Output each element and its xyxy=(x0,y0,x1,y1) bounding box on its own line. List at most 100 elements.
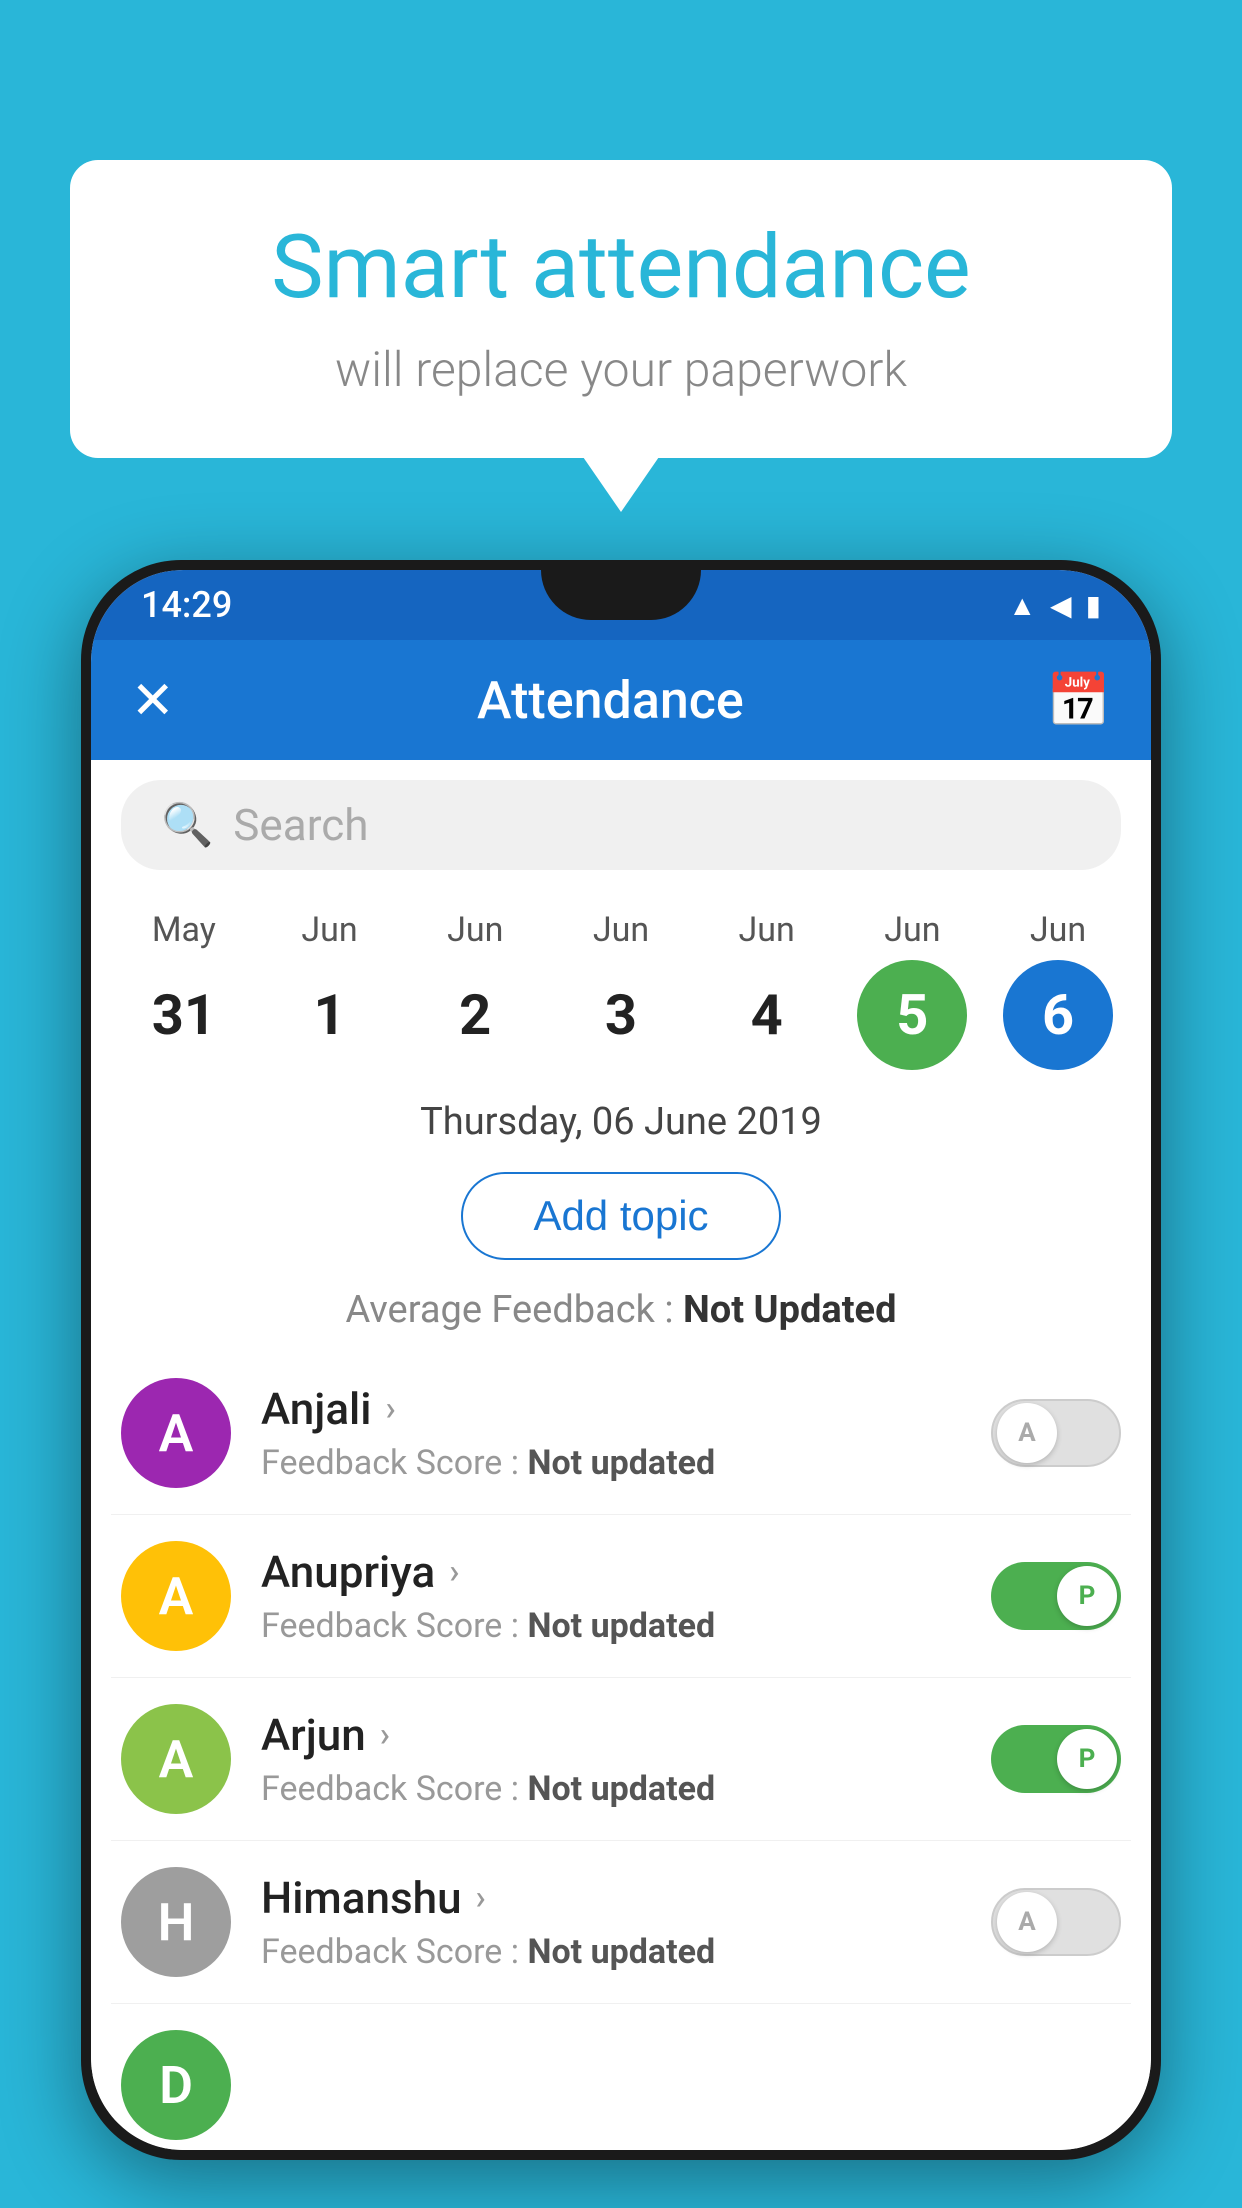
cal-month-0: May xyxy=(152,910,216,950)
student-name-0: Anjali › xyxy=(261,1383,961,1435)
toggle-3[interactable]: A xyxy=(991,1888,1121,1956)
cal-day-1[interactable]: Jun 1 xyxy=(270,910,390,1070)
speech-bubble: Smart attendance will replace your paper… xyxy=(70,160,1172,458)
status-time: 14:29 xyxy=(141,584,232,626)
selected-date-label: Thursday, 06 June 2019 xyxy=(91,1080,1151,1160)
cal-date-5: 5 xyxy=(857,960,967,1070)
toggle-wrap-3[interactable]: A xyxy=(991,1888,1121,1956)
cal-month-6: Jun xyxy=(1030,910,1086,950)
add-topic-container: Add topic xyxy=(91,1160,1151,1280)
cal-month-5: Jun xyxy=(884,910,940,950)
student-avatar-0: A xyxy=(121,1378,231,1488)
cal-day-4[interactable]: Jun 4 xyxy=(707,910,827,1070)
search-input-placeholder[interactable]: Search xyxy=(233,799,368,851)
toggle-2[interactable]: P xyxy=(991,1725,1121,1793)
student-item-1[interactable]: A Anupriya › Feedback Score : Not updated P xyxy=(111,1515,1131,1678)
app-bar-title: Attendance xyxy=(175,670,1047,731)
cal-month-2: Jun xyxy=(447,910,503,950)
add-topic-button[interactable]: Add topic xyxy=(461,1172,780,1260)
notch xyxy=(541,570,701,620)
student-feedback-0: Feedback Score : Not updated xyxy=(261,1443,961,1483)
cal-month-3: Jun xyxy=(593,910,649,950)
partial-student-avatar: D xyxy=(121,2030,231,2140)
toggle-wrap-2[interactable]: P xyxy=(991,1725,1121,1793)
cal-date-2: 2 xyxy=(420,960,530,1070)
student-item-3[interactable]: H Himanshu › Feedback Score : Not updated A xyxy=(111,1841,1131,2004)
toggle-wrap-1[interactable]: P xyxy=(991,1562,1121,1630)
wifi-icon: ▲ xyxy=(1008,589,1036,622)
student-item-0[interactable]: A Anjali › Feedback Score : Not updated A xyxy=(111,1352,1131,1515)
student-avatar-1: A xyxy=(121,1541,231,1651)
battery-icon: ▮ xyxy=(1086,589,1101,622)
search-icon: 🔍 xyxy=(161,801,213,850)
average-feedback: Average Feedback : Not Updated xyxy=(91,1280,1151,1352)
cal-day-2[interactable]: Jun 2 xyxy=(415,910,535,1070)
cal-month-4: Jun xyxy=(739,910,795,950)
app-bar: ✕ Attendance 📅 xyxy=(91,640,1151,760)
toggle-wrap-0[interactable]: A xyxy=(991,1399,1121,1467)
student-feedback-1: Feedback Score : Not updated xyxy=(261,1606,961,1646)
chevron-icon-1: › xyxy=(449,1552,459,1592)
cal-month-1: Jun xyxy=(301,910,357,950)
phone-frame: 14:29 ▲ ◀ ▮ ✕ Attendance 📅 🔍 Search May 3… xyxy=(81,560,1161,2160)
cal-day-5[interactable]: Jun 5 xyxy=(852,910,972,1070)
toggle-knob-2: P xyxy=(1057,1729,1117,1789)
status-bar: 14:29 ▲ ◀ ▮ xyxy=(91,570,1151,640)
calendar-icon[interactable]: 📅 xyxy=(1046,670,1111,731)
student-avatar-3: H xyxy=(121,1867,231,1977)
feedback-label-1: Feedback Score : xyxy=(261,1606,519,1646)
student-name-text-0: Anjali xyxy=(261,1383,371,1435)
cal-day-3[interactable]: Jun 3 xyxy=(561,910,681,1070)
student-info-3: Himanshu › Feedback Score : Not updated xyxy=(261,1872,961,1972)
student-info-2: Arjun › Feedback Score : Not updated xyxy=(261,1709,961,1809)
feedback-value-0: Not updated xyxy=(527,1443,715,1483)
cal-day-0[interactable]: May 31 xyxy=(124,910,244,1070)
status-icons: ▲ ◀ ▮ xyxy=(1008,589,1101,622)
student-name-2: Arjun › xyxy=(261,1709,961,1761)
toggle-0[interactable]: A xyxy=(991,1399,1121,1467)
student-name-text-2: Arjun xyxy=(261,1709,366,1761)
partial-student-row: D xyxy=(91,2004,1151,2150)
toggle-knob-1: P xyxy=(1057,1566,1117,1626)
feedback-value-2: Not updated xyxy=(527,1769,715,1809)
student-avatar-2: A xyxy=(121,1704,231,1814)
toggle-1[interactable]: P xyxy=(991,1562,1121,1630)
calendar-strip: May 31 Jun 1 Jun 2 Jun 3 Jun 4 Jun 5 Jun 6 xyxy=(91,890,1151,1080)
feedback-label-3: Feedback Score : xyxy=(261,1932,519,1972)
student-info-1: Anupriya › Feedback Score : Not updated xyxy=(261,1546,961,1646)
student-name-1: Anupriya › xyxy=(261,1546,961,1598)
feedback-value-3: Not updated xyxy=(527,1932,715,1972)
toggle-knob-0: A xyxy=(997,1403,1057,1463)
cal-date-6: 6 xyxy=(1003,960,1113,1070)
feedback-label-2: Feedback Score : xyxy=(261,1769,519,1809)
chevron-icon-0: › xyxy=(385,1389,395,1429)
student-info-0: Anjali › Feedback Score : Not updated xyxy=(261,1383,961,1483)
student-name-text-1: Anupriya xyxy=(261,1546,435,1598)
feedback-label-0: Feedback Score : xyxy=(261,1443,519,1483)
search-bar[interactable]: 🔍 Search xyxy=(121,780,1121,870)
phone-inner: 14:29 ▲ ◀ ▮ ✕ Attendance 📅 🔍 Search May 3… xyxy=(91,570,1151,2150)
close-icon[interactable]: ✕ xyxy=(131,670,175,731)
chevron-icon-3: › xyxy=(476,1878,486,1918)
student-feedback-3: Feedback Score : Not updated xyxy=(261,1932,961,1972)
feedback-value-1: Not updated xyxy=(527,1606,715,1646)
student-item-2[interactable]: A Arjun › Feedback Score : Not updated P xyxy=(111,1678,1131,1841)
avg-feedback-label: Average Feedback : xyxy=(346,1288,674,1332)
student-list: AAnjali›Feedback Score : Not updatedAAAn… xyxy=(91,1352,1151,2004)
toggle-knob-3: A xyxy=(997,1892,1057,1952)
avg-feedback-value: Not Updated xyxy=(683,1288,897,1332)
search-container: 🔍 Search xyxy=(91,760,1151,890)
bubble-subtitle: will replace your paperwork xyxy=(150,341,1092,398)
cal-date-4: 4 xyxy=(712,960,822,1070)
speech-bubble-container: Smart attendance will replace your paper… xyxy=(70,160,1172,458)
student-name-text-3: Himanshu xyxy=(261,1872,462,1924)
chevron-icon-2: › xyxy=(380,1715,390,1755)
signal-icon: ◀ xyxy=(1050,589,1072,622)
cal-day-6[interactable]: Jun 6 xyxy=(998,910,1118,1070)
cal-date-1: 1 xyxy=(275,960,385,1070)
bubble-title: Smart attendance xyxy=(150,220,1092,317)
student-name-3: Himanshu › xyxy=(261,1872,961,1924)
student-feedback-2: Feedback Score : Not updated xyxy=(261,1769,961,1809)
cal-date-0: 31 xyxy=(129,960,239,1070)
cal-date-3: 3 xyxy=(566,960,676,1070)
